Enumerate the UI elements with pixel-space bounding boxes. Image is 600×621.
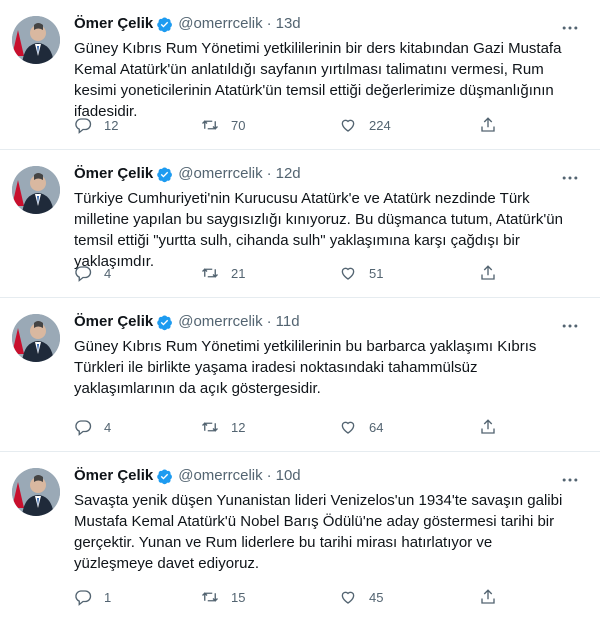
retweet-button[interactable]: 70 [201, 115, 339, 135]
share-button[interactable] [479, 587, 509, 607]
avatar[interactable] [12, 166, 60, 214]
like-button[interactable]: 64 [339, 417, 479, 437]
share-button[interactable] [479, 263, 509, 283]
retweet-button[interactable]: 15 [201, 587, 339, 607]
tweet-actions: 1 15 45 [74, 587, 560, 607]
tweet-text: Güney Kıbrıs Rum Yönetimi yetkililerinin… [74, 338, 537, 397]
avatar[interactable] [12, 468, 60, 516]
like-icon [341, 421, 355, 434]
author-handle[interactable]: @omerrcelik [178, 466, 262, 486]
tweet-text: Türkiye Cumhuriyeti'nin Kurucusu Atatürk… [74, 190, 563, 270]
reply-icon [75, 118, 92, 134]
more-icon[interactable] [560, 168, 580, 188]
author-name[interactable]: Ömer Çelik [74, 312, 153, 332]
tweet-feed: Ömer Çelik @omerrcelik · 13d Güney Kıbrı… [0, 0, 600, 621]
retweet-count: 12 [231, 419, 246, 435]
like-button[interactable]: 45 [339, 587, 479, 607]
retweet-count: 70 [231, 117, 246, 133]
separator-dot: · [266, 15, 272, 32]
reply-count: 1 [104, 589, 112, 605]
retweet-icon [202, 268, 218, 278]
retweet-count: 15 [231, 589, 246, 605]
reply-count: 4 [104, 419, 112, 435]
timestamp[interactable]: 11d [276, 312, 300, 332]
reply-icon [75, 420, 92, 436]
reply-count: 4 [104, 265, 112, 281]
separator-dot: · [266, 165, 272, 182]
verified-badge-icon [157, 315, 173, 330]
separator-dot: · [266, 313, 272, 330]
separator-dot: · [266, 467, 272, 484]
more-icon[interactable] [560, 18, 580, 38]
like-count: 45 [369, 589, 384, 605]
share-icon [481, 117, 495, 132]
reply-button[interactable]: 4 [74, 263, 201, 283]
tweet-text: Güney Kıbrıs Rum Yönetimi yetkililerinin… [74, 40, 562, 120]
like-icon [341, 591, 355, 604]
verified-badge-icon [157, 167, 173, 182]
like-count: 64 [369, 419, 384, 435]
more-icon[interactable] [560, 470, 580, 490]
tweet-actions: 4 21 51 [74, 263, 560, 283]
like-button[interactable]: 224 [339, 115, 479, 135]
retweet-icon [202, 120, 218, 130]
like-icon [341, 119, 355, 132]
retweet-button[interactable]: 12 [201, 417, 339, 437]
author-handle[interactable]: @omerrcelik [178, 14, 262, 34]
timestamp[interactable]: 13d [276, 14, 301, 34]
retweet-button[interactable]: 21 [201, 263, 339, 283]
reply-button[interactable]: 1 [74, 587, 201, 607]
tweet[interactable]: Ömer Çelik @omerrcelik · 12d Türkiye Cum… [0, 150, 600, 298]
reply-button[interactable]: 12 [74, 115, 201, 135]
tweet[interactable]: Ömer Çelik @omerrcelik · 10d Savaşta yen… [0, 452, 600, 621]
like-icon [341, 267, 355, 280]
retweet-count: 21 [231, 265, 246, 281]
tweet-actions: 12 70 224 [74, 115, 560, 135]
author-name[interactable]: Ömer Çelik [74, 14, 153, 34]
tweet-text: Savaşta yenik düşen Yunanistan lideri Ve… [74, 492, 563, 572]
avatar[interactable] [12, 16, 60, 64]
timestamp[interactable]: 10d [276, 466, 301, 486]
share-icon [481, 265, 495, 280]
author-handle[interactable]: @omerrcelik [178, 164, 262, 184]
timestamp[interactable]: 12d [276, 164, 301, 184]
author-name[interactable]: Ömer Çelik [74, 466, 153, 486]
retweet-icon [202, 592, 218, 602]
author-name[interactable]: Ömer Çelik [74, 164, 153, 184]
like-count: 224 [369, 117, 391, 133]
share-button[interactable] [479, 417, 509, 437]
like-button[interactable]: 51 [339, 263, 479, 283]
reply-count: 12 [104, 117, 119, 133]
share-button[interactable] [479, 115, 509, 135]
tweet-actions: 4 12 64 [74, 417, 560, 437]
tweet[interactable]: Ömer Çelik @omerrcelik · 11d Güney Kıbrı… [0, 298, 600, 452]
verified-badge-icon [157, 469, 173, 484]
like-count: 51 [369, 265, 384, 281]
tweet[interactable]: Ömer Çelik @omerrcelik · 13d Güney Kıbrı… [0, 0, 600, 150]
reply-button[interactable]: 4 [74, 417, 201, 437]
reply-icon [75, 266, 92, 282]
reply-icon [75, 590, 92, 606]
verified-badge-icon [157, 17, 173, 32]
avatar[interactable] [12, 314, 60, 362]
share-icon [481, 419, 495, 434]
retweet-icon [202, 422, 218, 432]
share-icon [481, 589, 495, 604]
more-icon[interactable] [560, 316, 580, 336]
author-handle[interactable]: @omerrcelik [178, 312, 262, 332]
